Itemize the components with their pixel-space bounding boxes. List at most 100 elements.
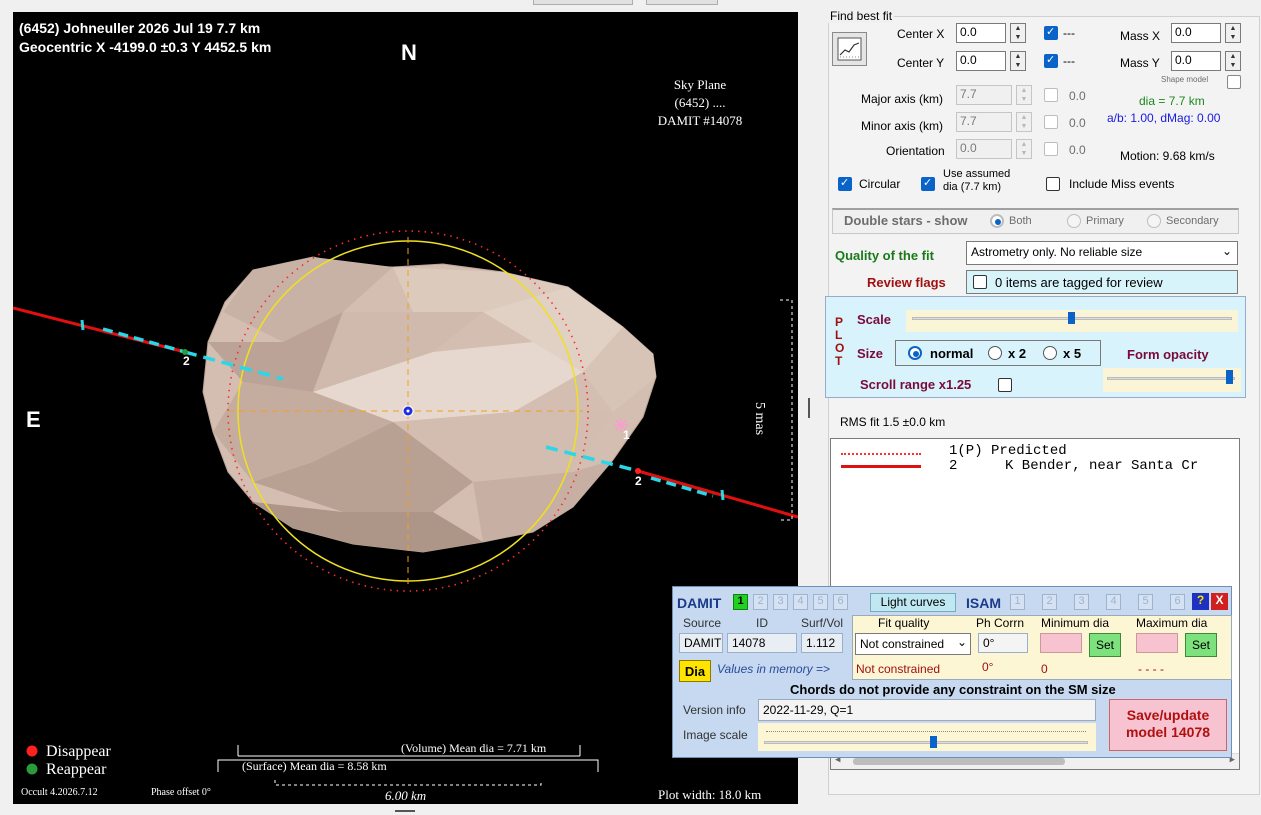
list-item[interactable]: 2K Bender, near Santa Cr: [949, 458, 1198, 474]
header-surf-vol: Surf/Vol: [801, 616, 844, 630]
isam-tab-6[interactable]: 6: [1170, 594, 1185, 610]
orientation-checkbox[interactable]: [1044, 142, 1058, 156]
occult-version: Occult 4.2026.7.12: [21, 787, 98, 798]
header-max-dia: Maximum dia: [1136, 616, 1208, 630]
damit-tab-3[interactable]: 3: [773, 594, 788, 610]
review-flags-checkbox[interactable]: [973, 275, 987, 289]
double-primary-label: Primary: [1086, 215, 1124, 227]
isam-tab-1[interactable]: 1: [1010, 594, 1025, 610]
list-item[interactable]: 1(P) Predicted: [949, 443, 1067, 459]
size-x2-radio[interactable]: [988, 346, 1002, 360]
plot-vertical-label: PLOT: [835, 315, 845, 368]
plot-width: Plot width: 18.0 km: [658, 787, 762, 802]
center-x-checkbox[interactable]: [1044, 25, 1058, 40]
form-opacity-label: Form opacity: [1127, 347, 1209, 362]
center-y-input[interactable]: 0.0: [956, 51, 1006, 71]
min-dia-input[interactable]: [1040, 633, 1082, 653]
orientation-label: Orientation: [886, 144, 945, 158]
mem-ph-corr: 0°: [982, 660, 994, 674]
minor-axis-spinner[interactable]: ▲ ▼: [1016, 112, 1032, 132]
size-x5-label: x 5: [1063, 346, 1082, 361]
center-x-dash: ---: [1063, 26, 1075, 40]
isam-tab-5[interactable]: 5: [1138, 594, 1153, 610]
double-both-radio[interactable]: [990, 214, 1004, 228]
circular-checkbox[interactable]: [838, 176, 852, 191]
orientation-spinner[interactable]: ▲ ▼: [1016, 139, 1032, 159]
isam-tab-3[interactable]: 3: [1074, 594, 1089, 610]
mass-y-spinner[interactable]: ▲ ▼: [1225, 51, 1241, 71]
damit-tab-6[interactable]: 6: [833, 594, 848, 610]
minor-axis-checkbox[interactable]: [1044, 115, 1058, 129]
minor-axis-input[interactable]: 7.7: [956, 112, 1012, 132]
scroll-range-checkbox[interactable]: [998, 378, 1012, 392]
damit-tab-2[interactable]: 2: [753, 594, 768, 610]
header-source: Source: [683, 616, 722, 630]
form-opacity-slider[interactable]: [1103, 368, 1241, 392]
km-scale-bar-label: 6.00 km: [385, 788, 427, 803]
mass-x-input[interactable]: 0.0: [1171, 23, 1221, 43]
dia-button[interactable]: Dia: [679, 660, 711, 682]
double-both-label: Both: [1009, 215, 1032, 227]
mass-y-input[interactable]: 0.0: [1171, 51, 1221, 71]
scroll-range-label: Scroll range x1.25: [860, 377, 972, 392]
rms-fit-label: RMS fit 1.5 ±0.0 km: [840, 415, 946, 429]
min-dia-set-button[interactable]: Set: [1089, 633, 1121, 657]
isam-tab-4[interactable]: 4: [1106, 594, 1121, 610]
ph-corr-field[interactable]: 0°: [978, 633, 1028, 653]
use-assumed-label: Use assumed dia (7.7 km): [943, 168, 1011, 193]
asteroid-shape-model: [202, 256, 657, 553]
double-primary-radio[interactable]: [1067, 214, 1081, 228]
version-info-field[interactable]: 2022-11-29, Q=1: [758, 699, 1096, 721]
chord-label-1: 1: [623, 428, 630, 442]
fit-quality-select[interactable]: Not constrained ⌄: [855, 633, 971, 655]
image-scale-slider[interactable]: [758, 723, 1096, 751]
damit-tab-5[interactable]: 5: [813, 594, 828, 610]
isam-tab-2[interactable]: 2: [1042, 594, 1057, 610]
save-update-model-button[interactable]: Save/update model 14078: [1109, 699, 1227, 751]
light-curves-button[interactable]: Light curves: [870, 593, 956, 612]
scale-slider[interactable]: [906, 310, 1238, 332]
center-y-label: Center Y: [897, 56, 945, 70]
phase-offset: Phase offset 0°: [151, 787, 211, 798]
top-button-stub-1[interactable]: [533, 0, 633, 5]
major-axis-label: Major axis (km): [861, 92, 944, 106]
major-axis-spinner[interactable]: ▲ ▼: [1016, 85, 1032, 105]
scrollbar-thumb: [853, 758, 1065, 765]
header-id: ID: [756, 616, 768, 630]
size-normal-radio[interactable]: [908, 346, 922, 360]
double-secondary-radio[interactable]: [1147, 214, 1161, 228]
image-scale-label: Image scale: [683, 728, 748, 742]
center-x-input[interactable]: 0.0: [956, 23, 1006, 43]
major-axis-checkbox[interactable]: [1044, 88, 1058, 102]
orientation-input[interactable]: 0.0: [956, 139, 1012, 159]
max-dia-set-button[interactable]: Set: [1185, 633, 1217, 657]
quality-select[interactable]: Astrometry only. No reliable size ⌄: [966, 241, 1238, 265]
mass-x-spinner[interactable]: ▲ ▼: [1225, 23, 1241, 43]
center-x-spinner[interactable]: ▲ ▼: [1010, 23, 1026, 43]
include-miss-checkbox[interactable]: [1046, 177, 1060, 191]
close-button[interactable]: X: [1211, 593, 1228, 610]
help-button[interactable]: ?: [1192, 593, 1209, 610]
find-fit-button[interactable]: [832, 32, 867, 66]
max-dia-input[interactable]: [1136, 633, 1178, 653]
size-x5-radio[interactable]: [1043, 346, 1057, 360]
include-miss-label: Include Miss events: [1069, 177, 1175, 191]
fit-chart-icon: [837, 37, 862, 61]
top-button-stub-2[interactable]: [646, 0, 718, 5]
bottom-splitter-handle[interactable]: [395, 810, 415, 812]
dia-readout: dia = 7.7 km: [1139, 94, 1205, 108]
center-y-spinner[interactable]: ▲ ▼: [1010, 51, 1026, 71]
center-y-dash: ---: [1063, 54, 1075, 68]
review-flags-box[interactable]: 0 items are tagged for review: [966, 270, 1238, 294]
damit-tab-4[interactable]: 4: [793, 594, 808, 610]
use-assumed-checkbox[interactable]: [921, 176, 935, 191]
mass-y-label: Mass Y: [1120, 56, 1160, 70]
damit-tab-1[interactable]: 1: [733, 594, 748, 610]
shape-model-checkbox[interactable]: [1227, 75, 1241, 89]
major-axis-input[interactable]: 7.7: [956, 85, 1012, 105]
splitter-handle[interactable]: [808, 398, 810, 418]
center-y-checkbox[interactable]: [1044, 53, 1058, 68]
isam-title: ISAM: [966, 595, 1001, 611]
size-label: Size: [857, 346, 884, 361]
surface-mean-dia: (Surface) Mean dia = 8.58 km: [242, 759, 387, 773]
